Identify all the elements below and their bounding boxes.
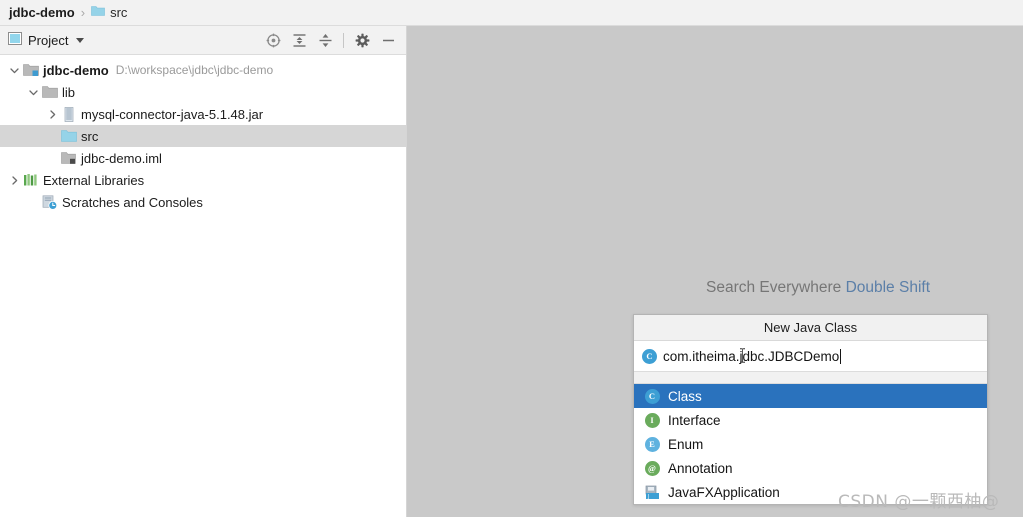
tree-row[interactable]: mysql-connector-java-5.1.48.jar <box>0 103 406 125</box>
annotation-icon: @ <box>644 460 660 476</box>
class-kind-label: JavaFXApplication <box>668 485 780 500</box>
chevron-right-icon[interactable] <box>6 169 22 191</box>
settings-gear-icon[interactable] <box>350 29 374 51</box>
breadcrumb-leaf-group[interactable]: src <box>91 5 127 20</box>
jar-file-icon <box>60 106 77 123</box>
new-java-class-popup: New Java Class C com.itheima.jdbc.JDBCDe… <box>633 314 988 505</box>
tree-twisty-placeholder <box>44 125 60 147</box>
search-everywhere-label: Search Everywhere <box>706 279 841 296</box>
tree-node-label: External Libraries <box>43 173 144 188</box>
popup-title: New Java Class <box>634 315 987 341</box>
collapse-all-icon[interactable] <box>313 29 337 51</box>
source-folder-icon <box>60 128 77 145</box>
tree-node-label: jdbc-demo <box>43 63 109 78</box>
class-kind-option[interactable]: @ Annotation <box>634 456 987 480</box>
tree-row[interactable]: jdbc-demo.iml <box>0 147 406 169</box>
project-view-icon <box>8 32 22 48</box>
class-icon: C <box>642 349 657 364</box>
project-panel-header: Project <box>0 26 406 55</box>
class-name-input-value: com.itheima.jdbc.JDBCDemo <box>663 349 839 364</box>
tree-node-label: Scratches and Consoles <box>62 195 203 210</box>
chevron-down-icon[interactable] <box>25 81 41 103</box>
chevron-down-icon[interactable] <box>76 38 84 43</box>
hide-minus-icon[interactable] <box>376 29 400 51</box>
class-kind-label: Class <box>668 389 702 404</box>
project-tool-window: Project <box>0 26 407 517</box>
class-kind-option[interactable]: I Interface <box>634 408 987 432</box>
project-panel-toolbar <box>261 29 400 51</box>
class-kind-option[interactable]: E Enum <box>634 432 987 456</box>
class-name-input[interactable]: com.itheima.jdbc.JDBCDemo <box>663 349 841 364</box>
class-name-input-row[interactable]: C com.itheima.jdbc.JDBCDemo <box>634 341 987 371</box>
tree-node-path: D:\workspace\jdbc\jdbc-demo <box>116 63 273 77</box>
tree-node-label: mysql-connector-java-5.1.48.jar <box>81 107 263 122</box>
class-kind-list[interactable]: C Class I Interface E Enum @ Annotation J JavaFXA… <box>634 384 987 504</box>
tree-node-label: lib <box>62 85 75 100</box>
svg-text:J: J <box>647 494 649 500</box>
folder-icon <box>91 5 105 20</box>
class-kind-option[interactable]: C Class <box>634 384 987 408</box>
watermark: CSDN @一颗西柚@ <box>838 487 999 512</box>
breadcrumb: jdbc-demo › src <box>0 0 1023 26</box>
class-kind-label: Enum <box>668 437 703 452</box>
javafx-application-icon: J <box>644 484 660 500</box>
tree-twisty-placeholder <box>44 147 60 169</box>
popup-separator <box>634 371 987 384</box>
tree-row[interactable]: Scratches and Consoles <box>0 191 406 213</box>
chevron-down-icon[interactable] <box>6 59 22 81</box>
class-kind-label: Annotation <box>668 461 733 476</box>
scratches-icon <box>41 194 58 211</box>
interface-icon: I <box>644 412 660 428</box>
breadcrumb-leaf-label: src <box>110 5 127 20</box>
libraries-icon <box>22 172 39 189</box>
ide-window: jdbc-demo › src Project <box>0 0 1023 517</box>
tree-row[interactable]: lib <box>0 81 406 103</box>
search-everywhere-hint: Search Everywhere Double Shift <box>686 279 950 297</box>
enum-icon: E <box>644 436 660 452</box>
folder-gray-icon <box>41 84 58 101</box>
locate-icon[interactable] <box>261 29 285 51</box>
search-everywhere-shortcut: Double Shift <box>846 279 930 296</box>
breadcrumb-root[interactable]: jdbc-demo <box>9 5 75 20</box>
tree-twisty-placeholder <box>25 191 41 213</box>
class-icon: C <box>644 388 660 404</box>
project-view-selector[interactable]: Project <box>8 32 84 48</box>
chevron-right-icon[interactable] <box>44 103 60 125</box>
project-tree[interactable]: jdbc-demo D:\workspace\jdbc\jdbc-demo libm… <box>0 55 406 213</box>
expand-all-icon[interactable] <box>287 29 311 51</box>
project-panel-title: Project <box>28 33 68 48</box>
iml-file-icon <box>60 150 77 167</box>
tree-row[interactable]: src <box>0 125 406 147</box>
tree-node-label: src <box>81 129 98 144</box>
class-kind-label: Interface <box>668 413 721 428</box>
tree-row[interactable]: External Libraries <box>0 169 406 191</box>
breadcrumb-separator: › <box>81 5 85 20</box>
text-caret <box>840 349 841 364</box>
module-icon <box>22 62 39 79</box>
tree-node-label: jdbc-demo.iml <box>81 151 162 166</box>
tree-row[interactable]: jdbc-demo D:\workspace\jdbc\jdbc-demo <box>0 59 406 81</box>
toolbar-divider <box>343 33 344 48</box>
